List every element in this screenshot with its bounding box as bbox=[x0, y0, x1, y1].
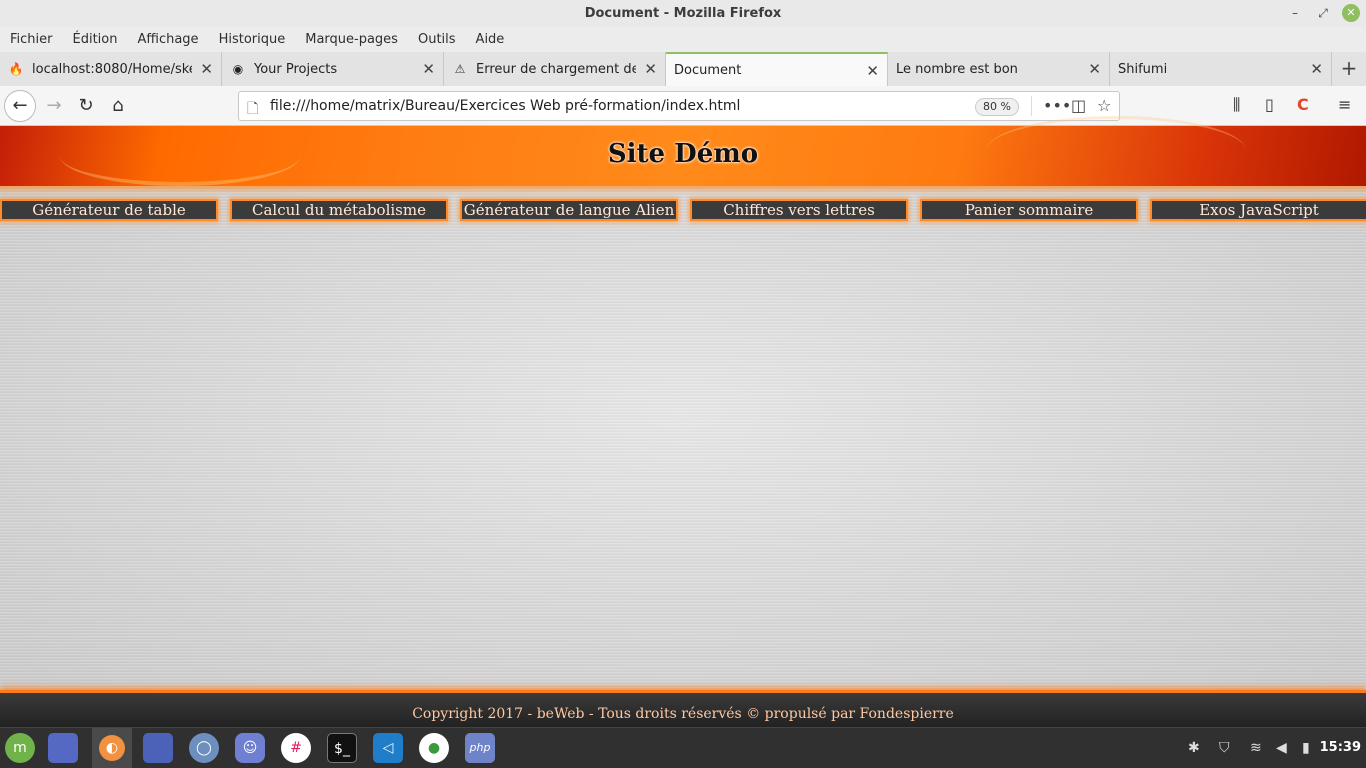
tab-bar: 🔥 localhost:8080/Home/skel ✕ ◉ Your Proj… bbox=[0, 52, 1366, 86]
page-icon: 🗋 bbox=[247, 101, 259, 117]
site-footer: Copyright 2017 - beWeb - Tous droits rés… bbox=[0, 690, 1366, 727]
zoom-indicator[interactable]: 80 % bbox=[975, 98, 1019, 116]
firefox-taskbar-button[interactable]: ◐ bbox=[92, 728, 132, 768]
tab-close-icon[interactable]: ✕ bbox=[866, 62, 879, 80]
mint-menu-icon[interactable]: m bbox=[5, 733, 35, 763]
sidebar-icon[interactable]: ▯ bbox=[1265, 95, 1274, 114]
firefox-icon: ◐ bbox=[99, 735, 125, 761]
tab-close-icon[interactable]: ✕ bbox=[200, 60, 213, 78]
slack-icon[interactable]: # bbox=[281, 733, 311, 763]
nav-calcul-metabolisme[interactable]: Calcul du métabolisme bbox=[230, 199, 448, 221]
tab-label: Document bbox=[674, 62, 742, 78]
files-icon[interactable] bbox=[143, 733, 173, 763]
wifi-icon[interactable]: ≋ bbox=[1250, 740, 1262, 756]
site-nav: Générateur de table Calcul du métabolism… bbox=[0, 199, 1366, 221]
discord-icon[interactable]: ☺ bbox=[235, 733, 265, 763]
volume-icon[interactable]: ◀ bbox=[1276, 740, 1287, 756]
site-title: Site Démo bbox=[607, 139, 759, 169]
tab-le-nombre-est-bon[interactable]: Le nombre est bon ✕ bbox=[888, 52, 1110, 86]
reload-button[interactable]: ↻ bbox=[72, 92, 100, 120]
nav-exos-javascript[interactable]: Exos JavaScript bbox=[1150, 199, 1366, 221]
banner-glow bbox=[0, 186, 1366, 194]
new-tab-button[interactable]: + bbox=[1332, 52, 1366, 86]
tab-localhost[interactable]: 🔥 localhost:8080/Home/skel ✕ bbox=[0, 52, 222, 86]
tab-close-icon[interactable]: ✕ bbox=[1310, 60, 1323, 78]
clock[interactable]: 15:39 bbox=[1320, 740, 1361, 755]
close-window-button[interactable]: ✕ bbox=[1342, 4, 1360, 22]
tab-close-icon[interactable]: ✕ bbox=[422, 60, 435, 78]
menu-bar: Fichier Édition Affichage Historique Mar… bbox=[0, 27, 1366, 52]
address-bar[interactable]: 🗋 file:///home/matrix/Bureau/Exercices W… bbox=[238, 91, 1120, 121]
url-text[interactable]: file:///home/matrix/Bureau/Exercices Web… bbox=[270, 98, 740, 114]
menu-outils[interactable]: Outils bbox=[418, 32, 456, 47]
menu-edition[interactable]: Édition bbox=[73, 32, 118, 47]
bluetooth-icon[interactable]: ✱ bbox=[1188, 740, 1200, 756]
update-shield-icon[interactable]: ⛉ bbox=[1219, 740, 1230, 756]
tab-close-icon[interactable]: ✕ bbox=[1088, 60, 1101, 78]
nav-panier-sommaire[interactable]: Panier sommaire bbox=[920, 199, 1138, 221]
tab-label: Le nombre est bon bbox=[896, 61, 1018, 77]
warning-icon: ⚠ bbox=[454, 62, 466, 76]
flame-icon: 🔥 bbox=[8, 62, 24, 76]
github-icon: ◉ bbox=[232, 62, 244, 76]
page-actions-icon[interactable]: ••• bbox=[1043, 96, 1071, 115]
tab-shifumi[interactable]: Shifumi ✕ bbox=[1110, 52, 1332, 86]
tab-label: Your Projects bbox=[254, 61, 338, 77]
bookmark-star-icon[interactable]: ☆ bbox=[1097, 96, 1111, 115]
home-button[interactable]: ⌂ bbox=[104, 92, 132, 120]
window-title: Document - Mozilla Firefox bbox=[584, 6, 782, 21]
battery-icon[interactable]: ▮ bbox=[1302, 740, 1310, 756]
tab-label: localhost:8080/Home/skel bbox=[32, 61, 192, 77]
tab-label: Shifumi bbox=[1118, 61, 1168, 77]
taskbar: m ◐ ◯ ☺ # $_ ◁ ● php ✱ ⛉ ≋ ◀ ▮ 15:39 bbox=[0, 727, 1366, 768]
tab-document[interactable]: Document ✕ bbox=[666, 52, 888, 86]
tab-your-projects[interactable]: ◉ Your Projects ✕ bbox=[222, 52, 444, 86]
hamburger-menu-icon[interactable]: ≡ bbox=[1338, 95, 1351, 114]
pocket-icon[interactable]: ◫ bbox=[1071, 96, 1086, 115]
php-icon[interactable]: php bbox=[465, 733, 495, 763]
menu-affichage[interactable]: Affichage bbox=[137, 32, 198, 47]
minimize-button[interactable]: – bbox=[1286, 4, 1304, 22]
mongodb-icon[interactable]: ● bbox=[419, 733, 449, 763]
tab-erreur-chargement[interactable]: ⚠ Erreur de chargement de la ✕ bbox=[444, 52, 666, 86]
forward-button[interactable]: → bbox=[40, 92, 68, 120]
tab-close-icon[interactable]: ✕ bbox=[644, 60, 657, 78]
tab-label: Erreur de chargement de la bbox=[476, 61, 636, 77]
maximize-button[interactable]: ⤢ bbox=[1314, 4, 1332, 22]
show-desktop-icon[interactable] bbox=[48, 733, 78, 763]
vscode-icon[interactable]: ◁ bbox=[373, 733, 403, 763]
web-page: Site Démo Générateur de table Calcul du … bbox=[0, 116, 1366, 700]
library-icon[interactable]: ⫼ bbox=[1233, 95, 1240, 115]
divider bbox=[1031, 96, 1032, 116]
menu-historique[interactable]: Historique bbox=[219, 32, 286, 47]
site-banner: Site Démo bbox=[0, 116, 1366, 186]
window-titlebar: Document - Mozilla Firefox – ⤢ ✕ bbox=[0, 0, 1366, 27]
extension-icon[interactable]: C bbox=[1297, 95, 1309, 114]
nav-generateur-de-table[interactable]: Générateur de table bbox=[0, 199, 218, 221]
nav-chiffres-vers-lettres[interactable]: Chiffres vers lettres bbox=[690, 199, 908, 221]
nav-langue-alien[interactable]: Générateur de langue Alien bbox=[460, 199, 678, 221]
terminal-icon[interactable]: $_ bbox=[327, 733, 357, 763]
menu-fichier[interactable]: Fichier bbox=[10, 32, 53, 47]
chromium-icon[interactable]: ◯ bbox=[189, 733, 219, 763]
menu-marque-pages[interactable]: Marque-pages bbox=[305, 32, 398, 47]
back-button[interactable]: ← bbox=[4, 90, 36, 122]
menu-aide[interactable]: Aide bbox=[476, 32, 505, 47]
